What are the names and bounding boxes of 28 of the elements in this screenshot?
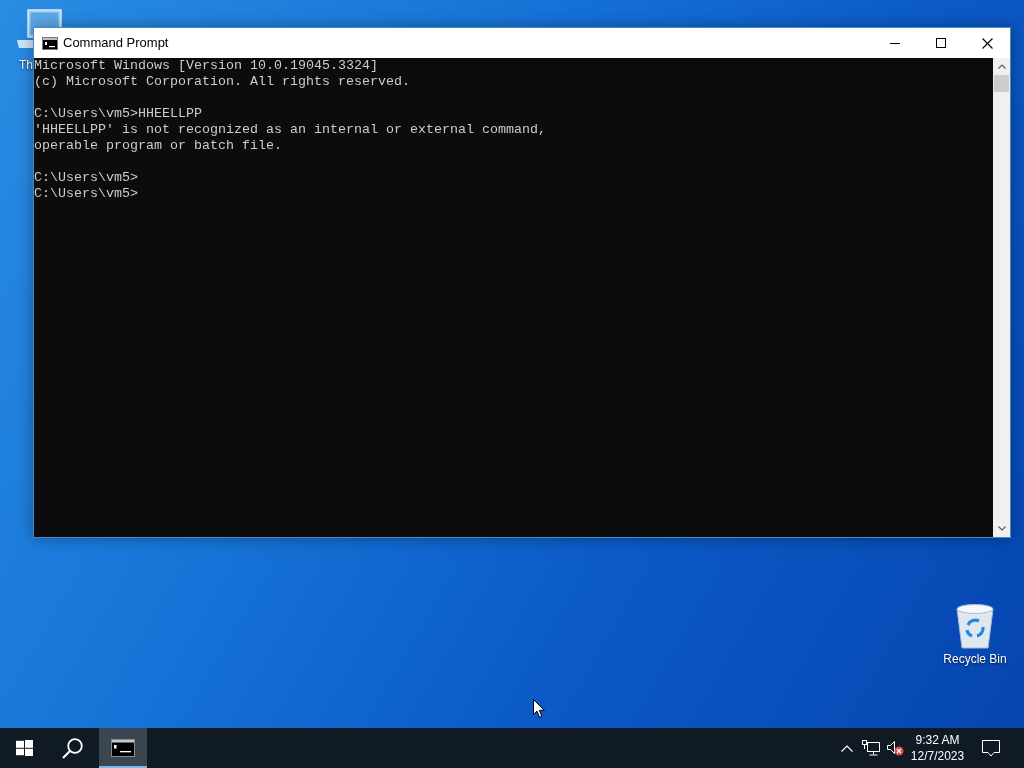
close-icon [981,37,993,49]
console-line: Microsoft Windows [Version 10.0.19045.3324] [34,58,378,74]
console-line: C:\Users\vm5> [34,170,138,186]
clock-time[interactable]: 9:32 AM [915,732,960,748]
chevron-up-icon [841,744,853,752]
console-line: operable program or batch file. [34,138,282,154]
maximize-icon [936,38,946,48]
scrollbar-thumb[interactable] [994,75,1009,92]
window-title: Command Prompt [63,34,169,53]
terminal-icon [42,36,58,50]
console-line: C:\Users\vm5> [34,186,138,202]
caret-down-icon [997,526,1006,531]
windows-logo-icon [15,740,33,756]
network-icon [862,740,880,756]
console-line: (c) Microsoft Corporation. All rights reserved. [34,74,410,90]
console-line: C:\Users\vm5>HHEELLPP [34,106,202,122]
terminal-icon [111,739,135,757]
console-line: 'HHEELLPP' is not recognized as an internal or external command, [34,122,546,138]
caret-up-icon [997,64,1006,69]
terminal-button[interactable] [99,728,147,768]
clock-date[interactable]: 12/7/2023 [910,748,965,764]
desktop-icon-label[interactable]: Recycle Bin [943,652,1007,667]
mouse-pointer-icon [533,699,545,718]
search-icon [61,737,83,759]
desktop-icon-label[interactable]: Th [19,58,33,73]
speech-bubble-icon [982,739,1000,757]
minimize-icon [890,42,900,44]
recycle-bin-icon[interactable] [954,601,996,649]
